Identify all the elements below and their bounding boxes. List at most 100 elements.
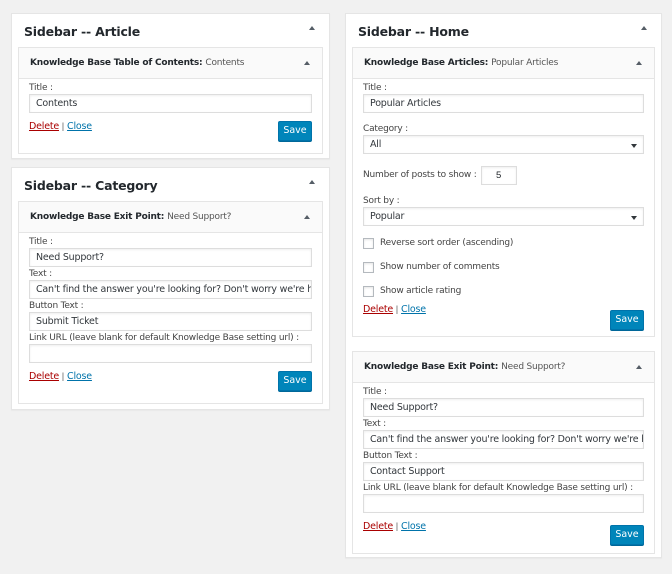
checkbox-row[interactable]: Show article rating [363, 284, 644, 298]
sidebar-header[interactable]: Sidebar -- Home [346, 14, 661, 48]
sidebar-home: Sidebar -- Home Knowledge Base Articles:… [345, 13, 662, 558]
title-label: Title : [29, 83, 53, 93]
widget-instance-title: Need Support? [167, 212, 232, 222]
show-comments-checkbox[interactable] [363, 261, 374, 273]
save-button[interactable]: Save [278, 371, 312, 391]
widget-title: Knowledge Base Exit Point: Need Support? [364, 362, 565, 372]
button-text-label: Button Text : [29, 301, 84, 311]
widget-actions: Delete | Close Save [29, 371, 312, 395]
reverse-sort-checkbox[interactable] [363, 237, 374, 249]
widget-links: Delete | Close [29, 121, 92, 132]
widget-title: Knowledge Base Articles: Popular Article… [364, 58, 558, 68]
widget-header[interactable]: Knowledge Base Exit Point: Need Support? [19, 202, 322, 233]
sort-by-selected-value: Popular [370, 211, 405, 222]
title-input[interactable]: Contents [29, 94, 312, 113]
sort-by-label: Sort by : [363, 196, 400, 206]
collapse-arrow-icon[interactable] [309, 26, 315, 30]
widget-type-label: Knowledge Base Articles: [364, 58, 489, 68]
posts-count-row: Number of posts to show : 5 [363, 165, 644, 185]
text-input[interactable]: Can't find the answer you're looking for… [29, 280, 312, 299]
link-url-input[interactable] [363, 494, 644, 513]
link-url-input[interactable] [29, 344, 312, 363]
checkbox-label: Reverse sort order (ascending) [380, 238, 514, 248]
text-input[interactable]: Can't find the answer you're looking for… [363, 430, 644, 449]
title-label: Title : [363, 387, 387, 397]
widget-instance-title: Popular Articles [491, 58, 559, 68]
delete-link[interactable]: Delete [29, 371, 59, 382]
widget-header[interactable]: Knowledge Base Articles: Popular Article… [353, 48, 654, 79]
dropdown-caret-icon [631, 216, 637, 220]
collapse-arrow-icon[interactable] [636, 365, 642, 369]
collapse-arrow-icon[interactable] [641, 26, 647, 30]
widget-type-label: Knowledge Base Table of Contents: [30, 58, 203, 68]
button-text-input[interactable]: Contact Support [363, 462, 644, 481]
widget-form: Title : Contents Delete | Close Save [19, 79, 322, 153]
close-link[interactable]: Close [401, 304, 426, 315]
category-label: Category : [363, 124, 409, 134]
link-url-label: Link URL (leave blank for default Knowle… [363, 483, 633, 493]
collapse-arrow-icon[interactable] [636, 61, 642, 65]
widget-links: Delete | Close [363, 304, 426, 315]
title-input[interactable]: Need Support? [29, 248, 312, 267]
link-url-label: Link URL (leave blank for default Knowle… [29, 333, 299, 343]
text-label: Text : [29, 269, 52, 279]
widget-actions: Delete | Close Save [363, 521, 644, 545]
collapse-arrow-icon[interactable] [309, 180, 315, 184]
collapse-arrow-icon[interactable] [304, 61, 310, 65]
separator: | [61, 371, 65, 382]
posts-count-label: Number of posts to show : [363, 169, 477, 180]
delete-link[interactable]: Delete [29, 121, 59, 132]
widget-actions: Delete | Close Save [363, 304, 644, 330]
sidebar-header[interactable]: Sidebar -- Category [12, 168, 329, 202]
widget-header[interactable]: Knowledge Base Exit Point: Need Support? [353, 352, 654, 383]
button-text-input[interactable]: Submit Ticket [29, 312, 312, 331]
show-rating-checkbox[interactable] [363, 285, 374, 297]
widget-links: Delete | Close [29, 371, 92, 382]
collapse-arrow-icon[interactable] [304, 215, 310, 219]
close-link[interactable]: Close [67, 121, 92, 132]
title-input[interactable]: Popular Articles [363, 94, 644, 113]
sidebar-title: Sidebar -- Article [24, 24, 141, 39]
widget-exit-point: Knowledge Base Exit Point: Need Support?… [352, 351, 655, 554]
save-button[interactable]: Save [610, 310, 644, 330]
widget-form: Title : Need Support? Text : Can't find … [19, 233, 322, 403]
sidebar-header[interactable]: Sidebar -- Article [12, 14, 329, 48]
widget-type-label: Knowledge Base Exit Point: [364, 362, 499, 372]
sort-by-select[interactable]: Popular [363, 207, 644, 226]
checkbox-row[interactable]: Show number of comments [363, 260, 644, 274]
widget-popular-articles: Knowledge Base Articles: Popular Article… [352, 47, 655, 337]
widget-form: Title : Need Support? Text : Can't find … [353, 383, 654, 553]
text-label: Text : [363, 419, 386, 429]
title-label: Title : [363, 83, 387, 93]
delete-link[interactable]: Delete [363, 521, 393, 532]
widget-actions: Delete | Close Save [29, 121, 312, 145]
save-button[interactable]: Save [610, 525, 644, 545]
title-input[interactable]: Need Support? [363, 398, 644, 417]
button-text-label: Button Text : [363, 451, 418, 461]
widget-instance-title: Need Support? [501, 362, 566, 372]
category-selected-value: All [370, 139, 382, 150]
save-button[interactable]: Save [278, 121, 312, 141]
widget-form: Title : Popular Articles Category : All … [353, 79, 654, 336]
close-link[interactable]: Close [67, 371, 92, 382]
category-select[interactable]: All [363, 135, 644, 154]
sidebar-title: Sidebar -- Home [358, 24, 469, 39]
checkbox-label: Show number of comments [380, 262, 500, 272]
widget-title: Knowledge Base Exit Point: Need Support? [30, 212, 231, 222]
widget-header[interactable]: Knowledge Base Table of Contents: Conten… [19, 48, 322, 79]
widget-instance-title: Contents [205, 58, 245, 68]
delete-link[interactable]: Delete [363, 304, 393, 315]
widget-links: Delete | Close [363, 521, 426, 532]
widget-table-of-contents: Knowledge Base Table of Contents: Conten… [18, 47, 323, 154]
checkbox-label: Show article rating [380, 286, 462, 296]
title-label: Title : [29, 237, 53, 247]
posts-count-input[interactable]: 5 [480, 165, 517, 185]
sidebar-category: Sidebar -- Category Knowledge Base Exit … [11, 167, 330, 410]
close-link[interactable]: Close [401, 521, 426, 532]
widget-type-label: Knowledge Base Exit Point: [30, 212, 165, 222]
widget-title: Knowledge Base Table of Contents: Conten… [30, 58, 244, 68]
separator: | [395, 304, 399, 315]
separator: | [395, 521, 399, 532]
sidebar-article: Sidebar -- Article Knowledge Base Table … [11, 13, 330, 159]
checkbox-row[interactable]: Reverse sort order (ascending) [363, 236, 644, 250]
